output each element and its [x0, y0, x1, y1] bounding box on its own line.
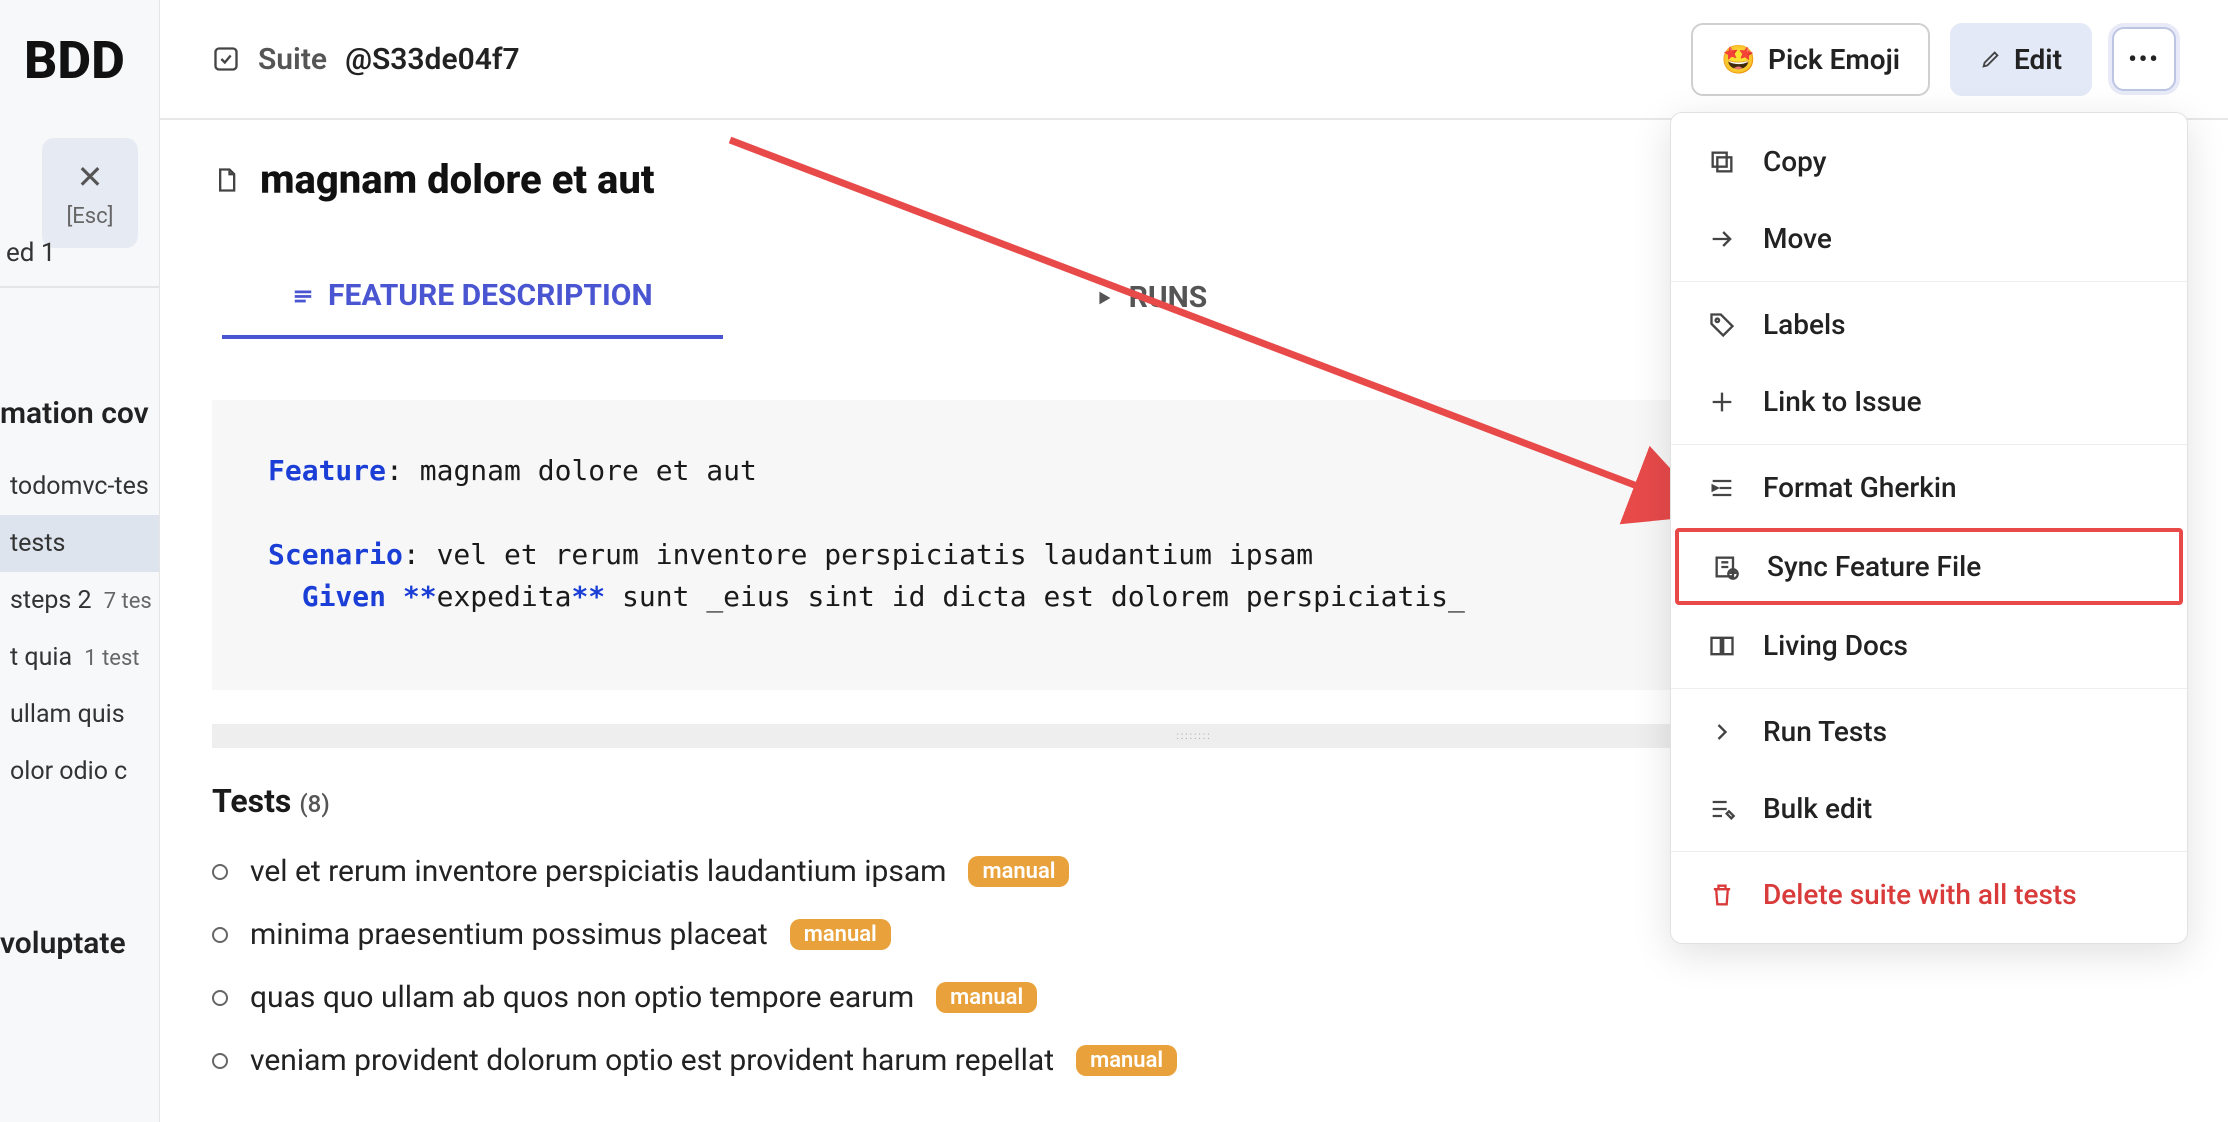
sidebar-item-quia[interactable]: t quia 1 test — [0, 629, 159, 686]
play-icon — [1093, 287, 1115, 309]
menu-move[interactable]: Move — [1671, 200, 2187, 277]
test-name: veniam provident dolorum optio est provi… — [250, 1043, 1054, 1078]
menu-sync-feature-file[interactable]: Sync Feature File — [1675, 528, 2183, 605]
bulk-edit-icon — [1707, 794, 1737, 824]
title-row: magnam dolore et aut — [212, 156, 655, 203]
bullet-icon — [212, 927, 228, 943]
badge-manual: manual — [936, 982, 1037, 1013]
sidebar-heading: mation cov — [0, 396, 149, 431]
test-item[interactable]: quas quo ullam ab quos non optio tempore… — [212, 980, 2176, 1015]
sidebar-item-todomvc[interactable]: todomvc-tes — [0, 458, 159, 515]
tests-count: (8) — [299, 790, 329, 818]
more-icon: ••• — [2128, 45, 2160, 73]
bullet-icon — [212, 864, 228, 880]
menu-delete-suite[interactable]: Delete suite with all tests — [1671, 856, 2187, 933]
breadcrumb-prefix: Suite — [258, 42, 327, 77]
tag-icon — [1707, 310, 1737, 340]
sidebar-item-tests[interactable]: tests — [0, 515, 159, 572]
tab-runs[interactable]: RUNS — [1023, 256, 1278, 339]
close-label: [Esc] — [66, 204, 113, 229]
badge-manual: manual — [790, 919, 891, 950]
divider — [1671, 281, 2187, 282]
sidebar-item-steps2[interactable]: steps 2 7 tes — [0, 572, 159, 629]
menu-labels[interactable]: Labels — [1671, 286, 2187, 363]
badge-manual: manual — [1076, 1045, 1177, 1076]
menu-run-tests[interactable]: Run Tests — [1671, 693, 2187, 770]
description-icon — [292, 285, 314, 307]
plus-icon — [1707, 387, 1737, 417]
pick-emoji-label: Pick Emoji — [1768, 43, 1900, 76]
menu-bulk-edit[interactable]: Bulk edit — [1671, 770, 2187, 847]
context-menu: Copy Move Labels Link to Issue Format Gh… — [1670, 112, 2188, 944]
page-title: magnam dolore et aut — [260, 156, 655, 203]
menu-link-issue[interactable]: Link to Issue — [1671, 363, 2187, 440]
edit-button[interactable]: Edit — [1950, 23, 2092, 96]
test-name: minima praesentium possimus placeat — [250, 917, 768, 952]
sidebar-item-ullam[interactable]: ullam quis — [0, 686, 159, 743]
emoji-icon: 🤩 — [1721, 43, 1756, 76]
tab-feature-label: FEATURE DESCRIPTION — [328, 278, 653, 313]
document-icon — [212, 166, 240, 194]
edit-label: Edit — [2014, 43, 2062, 76]
divider — [1671, 444, 2187, 445]
breadcrumb: Suite @S33de04f7 — [212, 42, 520, 77]
badge-manual: manual — [968, 856, 1069, 887]
arrow-right-icon — [1707, 224, 1737, 254]
pencil-icon — [1980, 48, 2002, 70]
close-icon: ✕ — [77, 158, 104, 196]
test-item[interactable]: veniam provident dolorum optio est provi… — [212, 1043, 2176, 1078]
trash-icon — [1707, 880, 1737, 910]
tabs: FEATURE DESCRIPTION RUNS — [222, 256, 1277, 339]
bullet-icon — [212, 990, 228, 1006]
chevron-right-icon — [1707, 717, 1737, 747]
app-brand: BDD — [0, 0, 159, 91]
tab-runs-label: RUNS — [1129, 280, 1208, 315]
menu-copy[interactable]: Copy — [1671, 123, 2187, 200]
sidebar: BDD ✕ [Esc] ed 1 mation cov todomvc-tes … — [0, 0, 160, 1122]
sidebar-item-olor[interactable]: olor odio c — [0, 743, 159, 800]
close-button[interactable]: ✕ [Esc] — [42, 138, 138, 248]
test-name: vel et rerum inventore perspiciatis laud… — [250, 854, 946, 889]
more-button[interactable]: ••• — [2112, 27, 2176, 91]
sidebar-heading2: voluptate — [0, 926, 126, 961]
main-panel: Suite @S33de04f7 🤩 Pick Emoji Edit ••• m… — [160, 0, 2228, 1122]
suite-icon — [212, 45, 240, 73]
copy-icon — [1707, 147, 1737, 177]
breadcrumb-id: @S33de04f7 — [345, 42, 520, 77]
divider — [1671, 851, 2187, 852]
sync-icon — [1711, 552, 1741, 582]
bullet-icon — [212, 1053, 228, 1069]
grip-icon: :::::::: — [1176, 731, 1211, 742]
divider — [0, 286, 159, 288]
sidebar-subtitle: ed 1 — [0, 232, 56, 274]
pick-emoji-button[interactable]: 🤩 Pick Emoji — [1691, 23, 1930, 96]
test-name: quas quo ullam ab quos non optio tempore… — [250, 980, 914, 1015]
menu-living-docs[interactable]: Living Docs — [1671, 607, 2187, 684]
indent-icon — [1707, 473, 1737, 503]
topbar: Suite @S33de04f7 🤩 Pick Emoji Edit ••• — [160, 0, 2228, 120]
book-icon — [1707, 631, 1737, 661]
tab-feature-description[interactable]: FEATURE DESCRIPTION — [222, 256, 723, 339]
sidebar-list: todomvc-tes tests steps 2 7 tes t quia 1… — [0, 458, 159, 800]
divider — [1671, 688, 2187, 689]
menu-format-gherkin[interactable]: Format Gherkin — [1671, 449, 2187, 526]
